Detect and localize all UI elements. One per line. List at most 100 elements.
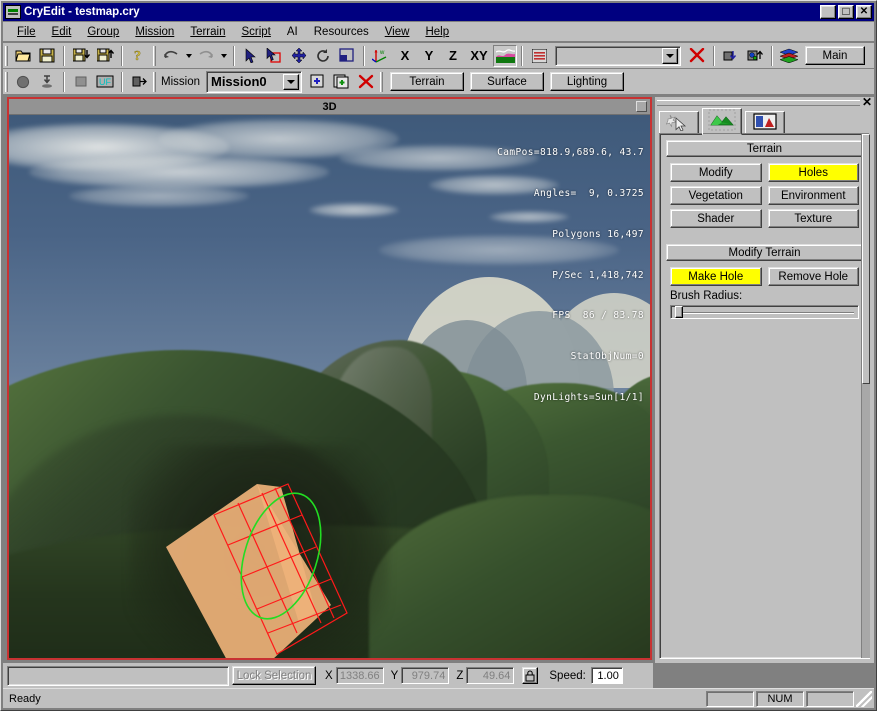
physics-icon[interactable]	[11, 71, 35, 93]
sync-player-icon[interactable]	[35, 71, 59, 93]
window-resize-grip[interactable]	[856, 690, 872, 707]
terrain-rollup-buttons: Modify Holes Vegetation Environment Shad…	[664, 163, 865, 228]
menu-terrain-label: Terrain	[190, 25, 226, 38]
menu-edit[interactable]: Edit	[44, 24, 80, 40]
lighting-button[interactable]: Lighting	[549, 72, 624, 91]
save-level-icon[interactable]	[69, 45, 93, 67]
maximize-button[interactable]: □	[838, 5, 854, 19]
stat-polygons: Polygons 16,497	[552, 228, 644, 240]
select-region-icon[interactable]	[263, 45, 287, 67]
redo-icon[interactable]	[194, 45, 218, 67]
goto-selection-icon[interactable]	[719, 45, 743, 67]
layers-icon[interactable]	[777, 45, 801, 67]
x-field[interactable]: 1338.66	[335, 667, 384, 684]
lock-selection-button[interactable]: Lock Selection	[232, 666, 316, 685]
goto-position-icon[interactable]	[127, 71, 151, 93]
x-value: 1338.66	[339, 670, 380, 682]
axis-z-button[interactable]: Z	[441, 45, 465, 67]
statusbar: Ready NUM	[3, 688, 874, 708]
lock-icon[interactable]	[522, 667, 539, 684]
panel-scrollbar[interactable]	[861, 134, 870, 658]
modify-label: Modify	[698, 166, 733, 179]
panel-scrollbar-thumb[interactable]	[862, 134, 870, 384]
terrain-snap-icon[interactable]	[493, 44, 517, 67]
select-mode-icon[interactable]	[239, 45, 263, 67]
viewport-maximize-button[interactable]	[636, 101, 647, 112]
menu-ai[interactable]: AI	[279, 24, 306, 40]
menubar: File Edit Group Mission Terrain Script A…	[3, 22, 874, 41]
help-icon[interactable]: ?	[127, 45, 151, 67]
layers-list-icon[interactable]	[527, 45, 551, 67]
save-file-icon[interactable]	[35, 45, 59, 67]
window-controls: _ □ ✕	[820, 5, 872, 20]
menu-file[interactable]: File	[9, 24, 44, 40]
menu-help[interactable]: Help	[417, 24, 457, 40]
menu-resources[interactable]: Resources	[306, 24, 377, 40]
chevron-down-icon[interactable]	[662, 47, 678, 64]
texture-button[interactable]: Texture	[767, 209, 859, 228]
objects-tab[interactable]	[659, 111, 699, 135]
clone-mission-icon[interactable]	[330, 71, 354, 93]
delete-icon[interactable]	[685, 45, 709, 67]
shader-button[interactable]: Shader	[670, 209, 762, 228]
axis-y-button[interactable]: Y	[417, 45, 441, 67]
y-field[interactable]: 979.74	[401, 667, 450, 684]
brush-radius-slider[interactable]	[670, 305, 859, 319]
ui-icon[interactable]: UF	[93, 71, 117, 93]
rotate-mode-icon[interactable]	[311, 45, 335, 67]
terrain-rollup-header[interactable]: Terrain	[666, 140, 863, 157]
redo-dropdown-icon[interactable]	[218, 45, 229, 67]
add-mission-icon[interactable]	[306, 71, 330, 93]
z-field[interactable]: 49.64	[466, 667, 515, 684]
menu-mission[interactable]: Mission	[127, 24, 182, 40]
menu-group-label: Group	[87, 25, 120, 38]
viewport-stats-overlay: CamPos=818.9,689.6, 43.7 Angles= 9, 0.37…	[497, 119, 644, 432]
vegetation-button[interactable]: Vegetation	[670, 186, 762, 205]
minimize-button[interactable]: _	[820, 5, 836, 20]
panel-grip[interactable]: ✕	[655, 96, 874, 108]
scale-mode-icon[interactable]	[335, 45, 359, 67]
holes-label: Holes	[798, 166, 828, 179]
undo-dropdown-icon[interactable]	[183, 45, 194, 67]
menu-script[interactable]: Script	[233, 24, 278, 40]
display-tab[interactable]	[745, 111, 785, 135]
move-mode-icon[interactable]	[287, 45, 311, 67]
selection-info-field	[7, 665, 229, 686]
remove-hole-button[interactable]: Remove Hole	[767, 267, 859, 286]
surface-button[interactable]: Surface	[469, 72, 544, 91]
holes-button[interactable]: Holes	[767, 163, 859, 182]
viewport-3d[interactable]: CamPos=818.9,689.6, 43.7 Angles= 9, 0.37…	[9, 115, 650, 658]
axis-x-button[interactable]: X	[393, 45, 417, 67]
menu-terrain[interactable]: Terrain	[182, 24, 233, 40]
toolbar-grip-5[interactable]	[379, 71, 383, 92]
object-combo[interactable]	[555, 45, 681, 66]
toolbar-grip-2[interactable]	[153, 45, 156, 66]
terrain-button[interactable]: Terrain	[389, 72, 464, 91]
menu-group[interactable]: Group	[79, 24, 127, 40]
toolbar-grip-3[interactable]	[5, 71, 8, 92]
undo-icon[interactable]	[159, 45, 183, 67]
speed-field[interactable]: 1.00	[590, 667, 623, 684]
menu-view[interactable]: View	[377, 24, 418, 40]
axis-xy-button[interactable]: XY	[465, 45, 493, 67]
modify-button[interactable]: Modify	[670, 163, 762, 182]
axis-gizmo-icon[interactable]: w	[369, 45, 393, 67]
delete-mission-icon[interactable]	[354, 71, 378, 93]
object-tools-icon[interactable]	[743, 45, 767, 67]
make-hole-button[interactable]: Make Hole	[670, 267, 762, 286]
open-file-icon[interactable]	[11, 45, 35, 67]
terrain-tab[interactable]	[702, 108, 742, 135]
modify-terrain-rollup-header[interactable]: Modify Terrain	[666, 244, 863, 261]
export-level-icon[interactable]	[93, 45, 117, 67]
status-pane-left	[706, 690, 754, 707]
toolbar-grip[interactable]	[5, 45, 8, 66]
slider-thumb[interactable]	[675, 306, 683, 318]
ai-icon[interactable]	[69, 71, 93, 93]
layer-name-button[interactable]: Main	[805, 46, 865, 65]
close-button[interactable]: ✕	[856, 5, 872, 19]
environment-button[interactable]: Environment	[767, 186, 859, 205]
chevron-down-icon[interactable]	[282, 73, 299, 90]
toolbar-grip-4[interactable]	[153, 71, 156, 92]
mission-combo[interactable]: Mission0	[205, 70, 302, 93]
panel-close-icon[interactable]: ✕	[862, 96, 872, 108]
